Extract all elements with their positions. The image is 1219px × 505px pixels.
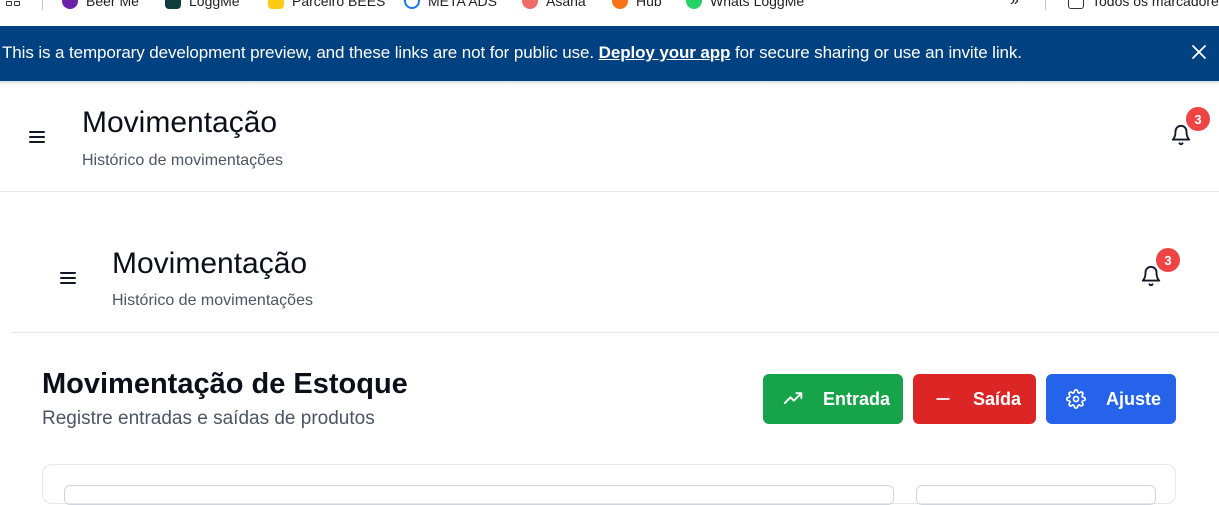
saida-button[interactable]: Saída: [913, 374, 1036, 424]
banner-text-before: This is a temporary development preview,…: [2, 43, 595, 62]
bookmark-label: Beer Me: [86, 0, 139, 9]
dev-preview-banner: This is a temporary development preview,…: [0, 26, 1219, 81]
bookmark-label: Asana: [546, 0, 586, 9]
bookmark-label: Whats LoggMe: [710, 0, 805, 9]
page-subtitle: Registre entradas e saídas de produtos: [42, 408, 375, 429]
bookmark-asana[interactable]: Asana: [522, 0, 586, 11]
bookmark-whats-loggme[interactable]: Whats LoggMe: [686, 0, 804, 11]
bookmark-meta-ads[interactable]: META ADS: [404, 0, 497, 11]
bookmark-label: LoggMe: [189, 0, 240, 9]
inner-header: Movimentação Histórico de movimentações …: [12, 225, 1219, 332]
header-divider: [0, 191, 1219, 192]
bookmark-label: META ADS: [428, 0, 497, 9]
app-header: Movimentação Histórico de movimentações …: [0, 85, 1219, 191]
header-subtitle: Histórico de movimentações: [112, 292, 313, 309]
apps-grid-icon[interactable]: [6, 0, 22, 6]
bookmark-hub[interactable]: Hub: [612, 0, 662, 11]
folder-icon: [1068, 0, 1084, 9]
header-title: Movimentação: [82, 106, 278, 139]
trending-up-icon: [783, 392, 803, 405]
all-bookmarks-label: Todos os marcadores: [1092, 0, 1219, 9]
deploy-app-link[interactable]: Deploy your app: [599, 43, 731, 62]
bookmarks-overflow-button[interactable]: »: [1010, 0, 1019, 11]
ajuste-button[interactable]: Ajuste: [1046, 374, 1176, 424]
bookmark-loggme[interactable]: LoggMe: [165, 0, 240, 11]
header-title: Movimentação: [112, 247, 308, 280]
header-subtitle: Histórico de movimentações: [82, 152, 283, 169]
bookmark-beer-me[interactable]: Beer Me: [62, 0, 139, 11]
hub-icon: [612, 0, 628, 9]
minus-icon: [936, 398, 950, 400]
loggme-icon: [165, 0, 181, 9]
page-title: Movimentação de Estoque: [42, 368, 408, 400]
inner-header-divider: [12, 332, 1219, 333]
notification-badge: 3: [1186, 107, 1210, 131]
close-icon[interactable]: [1190, 43, 1208, 61]
gear-icon: [1066, 389, 1086, 409]
meta-icon: [404, 0, 420, 9]
bookmarks-bar: Beer Me LoggMe Parceiro BEES META ADS As…: [0, 0, 1219, 26]
filter-select[interactable]: [916, 485, 1156, 505]
bees-icon: [268, 0, 284, 9]
beer-me-icon: [62, 0, 78, 9]
bookmark-label: Parceiro BEES: [292, 0, 386, 9]
asana-icon: [522, 0, 538, 9]
bookmarks-divider: [42, 0, 43, 10]
banner-message: This is a temporary development preview,…: [2, 43, 1022, 63]
menu-icon[interactable]: [60, 272, 76, 284]
entrada-button[interactable]: Entrada: [763, 374, 903, 424]
bookmarks-divider: [1045, 0, 1046, 10]
notification-badge: 3: [1156, 248, 1180, 272]
menu-icon[interactable]: [29, 131, 45, 143]
entrada-label: Entrada: [823, 389, 891, 409]
all-bookmarks-button[interactable]: Todos os marcadores: [1068, 0, 1219, 11]
whatsapp-icon: [686, 0, 702, 9]
bookmark-label: Hub: [636, 0, 662, 9]
banner-text-after: for secure sharing or use an invite link…: [734, 43, 1022, 62]
search-input[interactable]: [64, 485, 894, 505]
ajuste-label: Ajuste: [1106, 389, 1162, 409]
overflow-chevron-icon: »: [1010, 0, 1019, 9]
saida-label: Saída: [973, 389, 1022, 409]
bookmark-parceiro-bees[interactable]: Parceiro BEES: [268, 0, 385, 11]
